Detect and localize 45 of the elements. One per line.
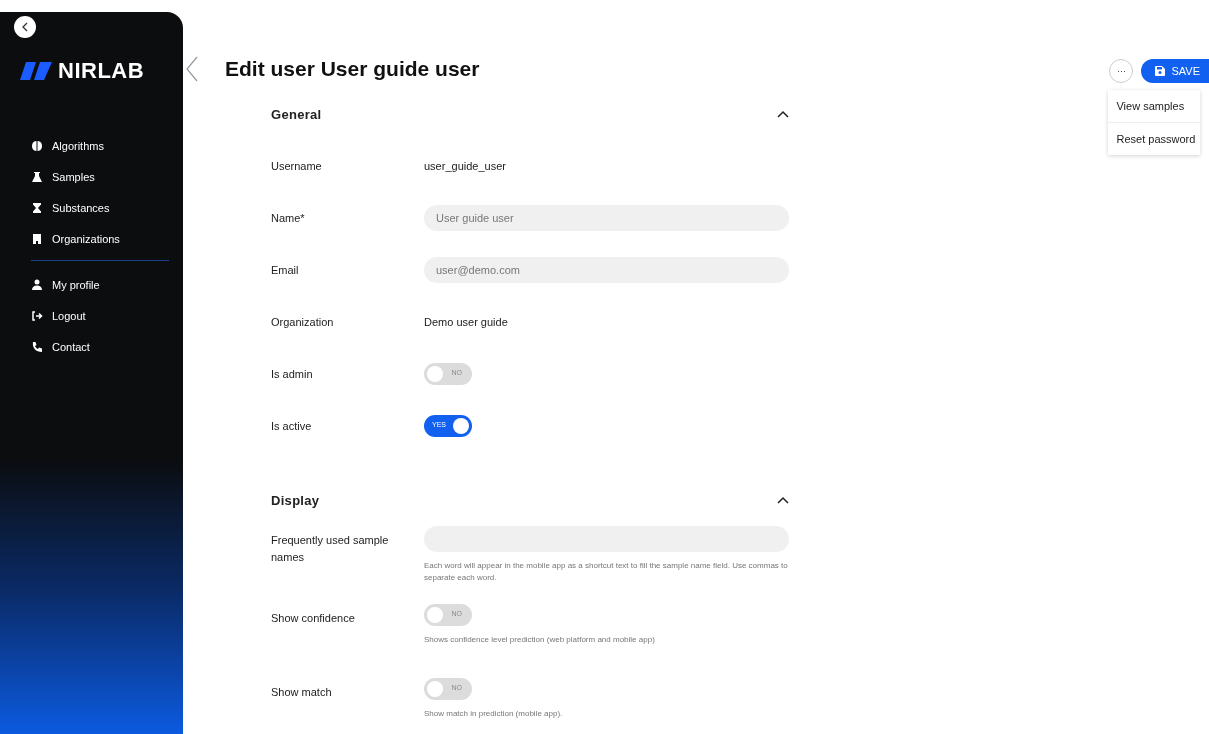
- save-icon: [1155, 66, 1166, 76]
- field-label: Username: [271, 158, 323, 174]
- page-title: Edit user User guide user: [225, 57, 480, 81]
- brain-icon: [31, 139, 43, 152]
- phone-icon: [31, 340, 43, 353]
- menu-item[interactable]: View samples: [1108, 90, 1201, 122]
- field-label: Show match: [271, 685, 333, 700]
- flask-icon: [31, 170, 43, 183]
- nav-item[interactable]: My profile: [31, 269, 183, 300]
- section-title: Display: [271, 492, 320, 508]
- field-label: Frequently used sample names: [271, 533, 390, 565]
- field-label: Organization: [271, 314, 335, 330]
- chevron-left-icon: [21, 22, 29, 32]
- hint-text: Show match in prediction (mobile app).: [424, 708, 563, 720]
- nav-item[interactable]: Logout: [31, 300, 183, 331]
- nav-item[interactable]: Algorithms: [31, 130, 183, 161]
- nav-item[interactable]: Contact: [31, 331, 183, 362]
- nav-item[interactable]: Substances: [31, 192, 183, 223]
- nav-item[interactable]: Organizations: [31, 223, 183, 254]
- input-field[interactable]: user@demo.com: [424, 257, 789, 283]
- menu-item[interactable]: Reset password: [1108, 122, 1201, 155]
- save-button[interactable]: SAVE: [1141, 59, 1209, 83]
- field-label: Show confidence: [271, 611, 356, 626]
- field-label: Email: [271, 262, 300, 278]
- more-button[interactable]: ···: [1109, 59, 1134, 83]
- back-chevron-icon[interactable]: [185, 56, 199, 82]
- nav-item[interactable]: Samples: [31, 161, 183, 192]
- field-value: Demo user guide: [424, 316, 508, 328]
- logout-icon: [31, 309, 43, 322]
- field-value: user_guide_user: [424, 160, 506, 172]
- hourglass-icon: [31, 201, 43, 214]
- chevron-up-icon[interactable]: [777, 110, 789, 118]
- back-button[interactable]: [14, 16, 36, 38]
- hint-text: Shows confidence level prediction (web platform and mobile app): [424, 634, 655, 646]
- logo-icon: [20, 62, 52, 80]
- section-title: General: [271, 106, 322, 122]
- hint-text: Each word will appear in the mobile app as a shortcut text to fill the sample name field. Use commas to separate each word.: [424, 560, 789, 584]
- field-label: Is admin: [271, 366, 314, 382]
- field-label: Name*: [271, 210, 306, 226]
- person-icon: [31, 278, 43, 291]
- chevron-up-icon[interactable]: [777, 496, 789, 504]
- field-label: Is active: [271, 418, 313, 434]
- logo-text: NIRLAB: [58, 58, 145, 84]
- building-icon: [31, 232, 43, 245]
- input-field[interactable]: User guide user: [424, 205, 789, 231]
